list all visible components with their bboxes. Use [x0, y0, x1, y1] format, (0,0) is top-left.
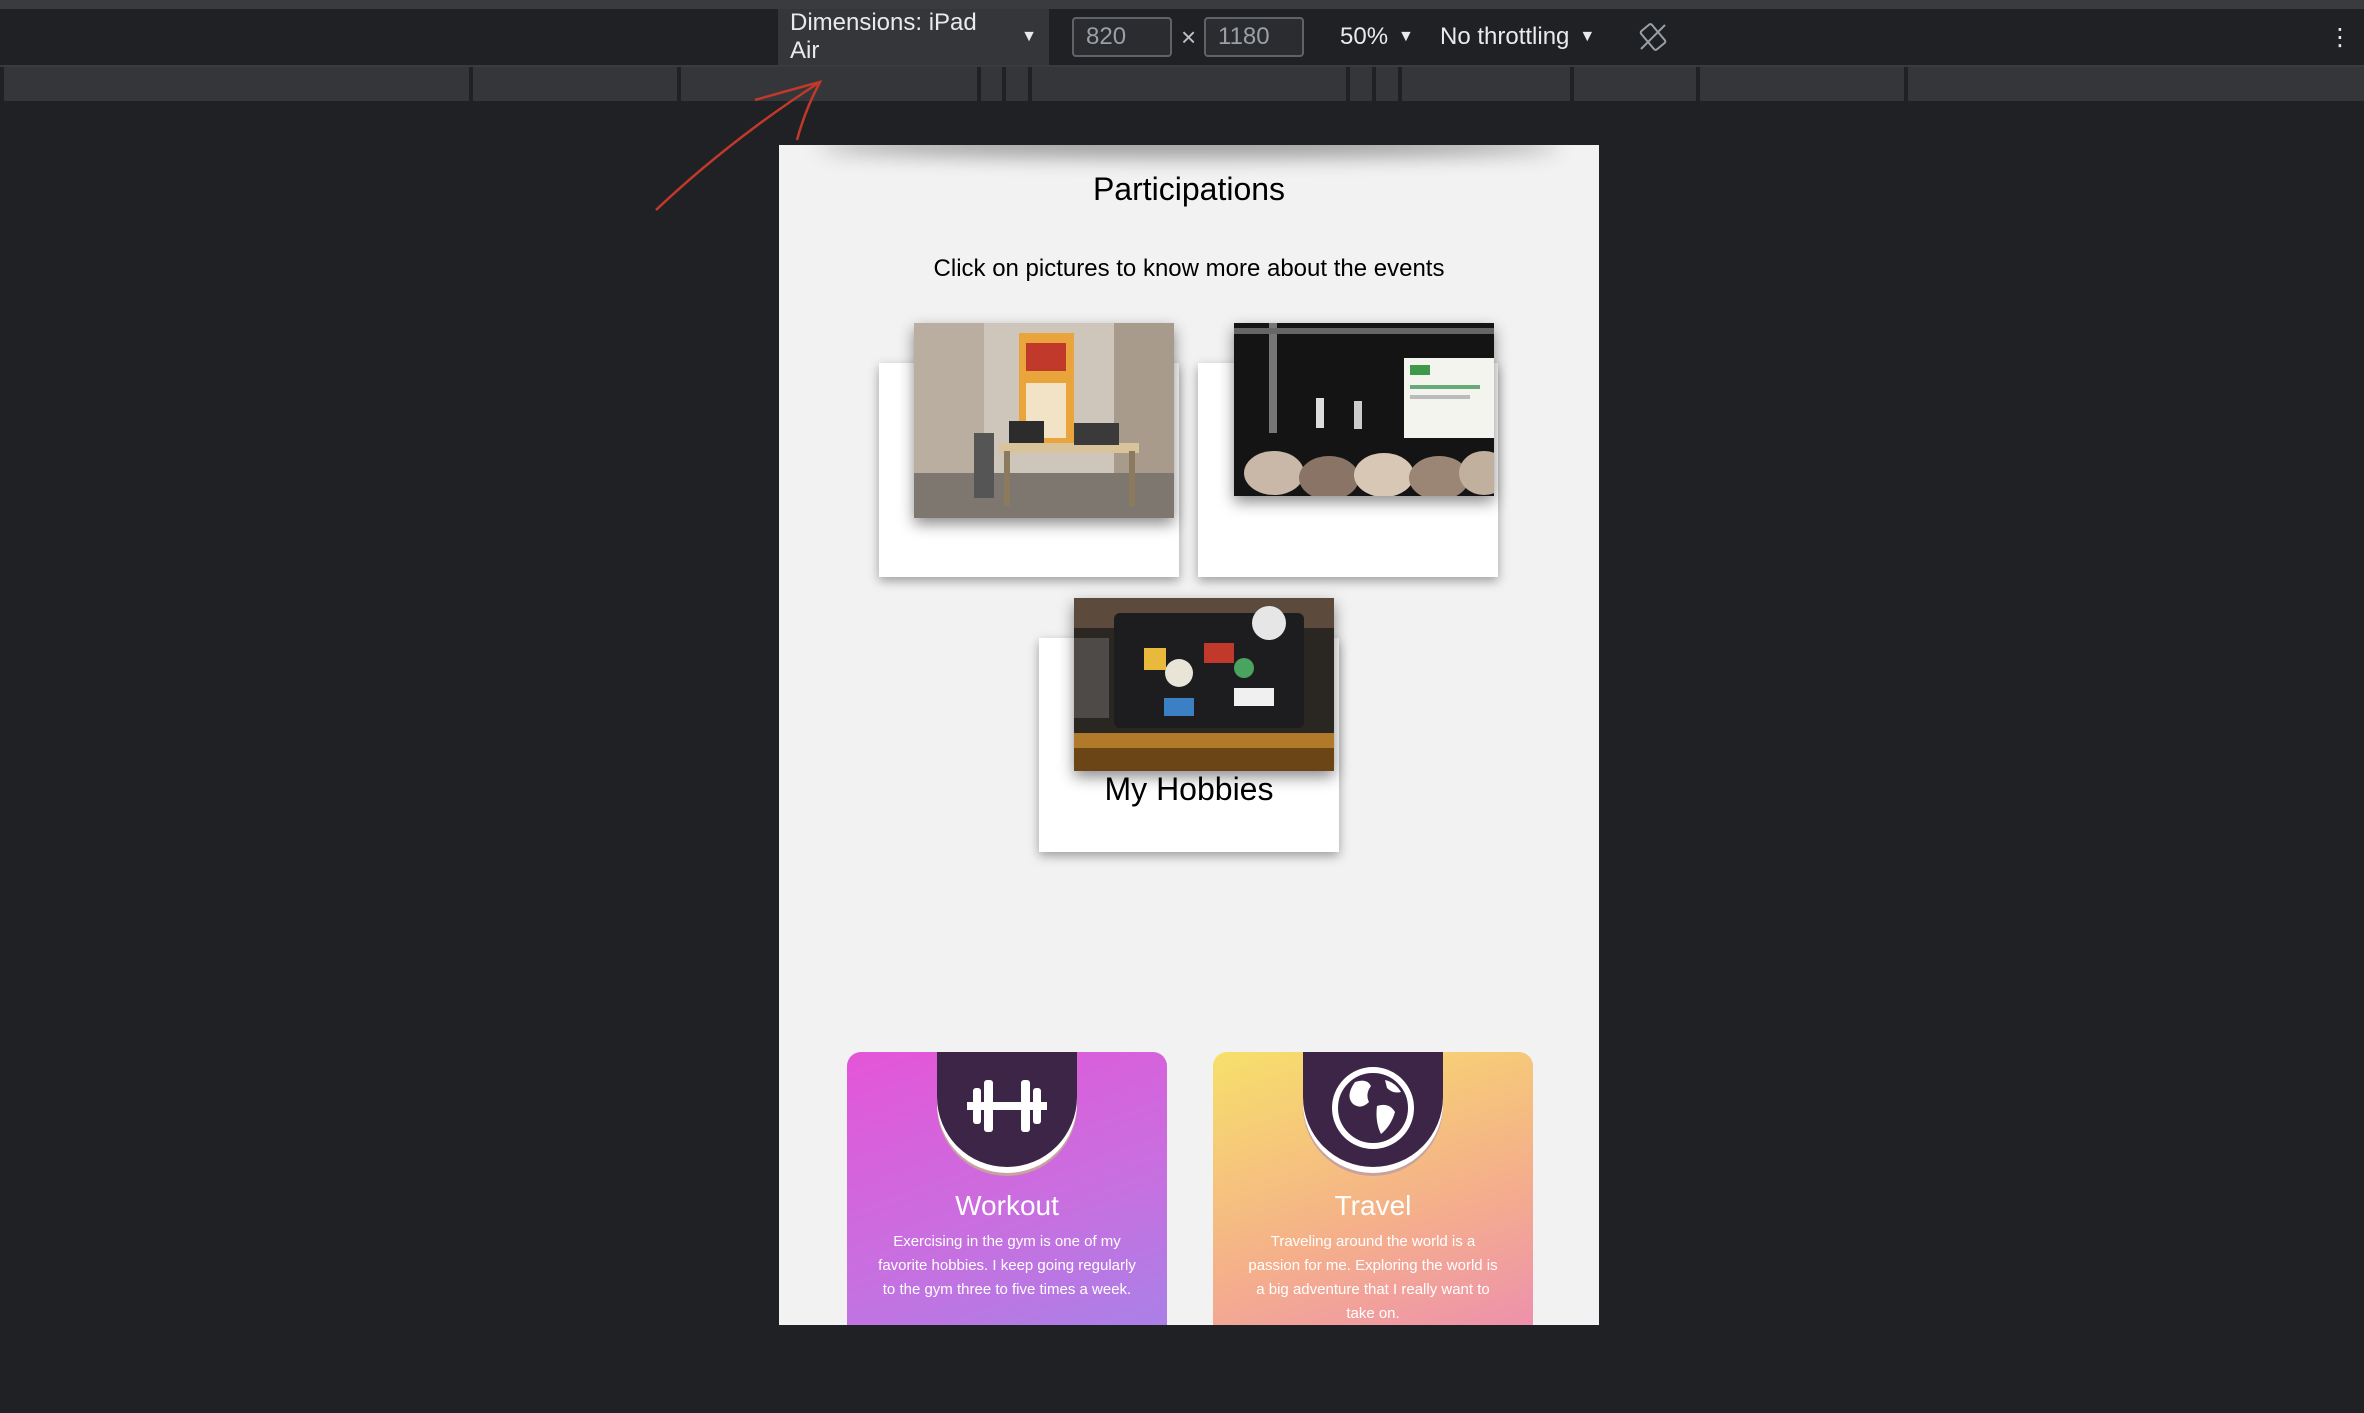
device-toolbar: Dimensions: iPad Air ▼ 820 × 1180 50% ▼ …	[0, 9, 2364, 67]
hobby-title: Travel	[1334, 1190, 1412, 1221]
media-query-segment[interactable]	[1006, 67, 1028, 101]
media-query-segment[interactable]	[1574, 67, 1696, 101]
dropdown-caret-icon: ▼	[1021, 28, 1037, 45]
media-query-segment[interactable]	[1402, 67, 1570, 101]
media-query-segment[interactable]	[1700, 67, 1904, 101]
media-query-bar	[0, 67, 2364, 101]
more-options-icon[interactable]: ⋮	[2328, 9, 2352, 65]
device-dimensions-label: Dimensions: iPad Air	[790, 9, 977, 64]
width-input[interactable]: 820	[1072, 17, 1172, 57]
event-photo-laptop-stickers[interactable]	[1074, 598, 1334, 771]
dumbbell-icon	[967, 1080, 1047, 1132]
throttling-dropdown[interactable]: No throttling ▼	[1440, 9, 1595, 65]
hobby-description: Traveling around the world is a passion …	[1248, 1233, 1498, 1322]
event-photo-exhibition-booth[interactable]	[914, 323, 1174, 518]
participations-title: Participations	[1092, 171, 1286, 207]
device-viewport: Participations Click on pictures to know…	[779, 145, 1599, 1325]
zoom-dropdown[interactable]: 50% ▼	[1340, 9, 1414, 65]
media-query-segment[interactable]	[1032, 67, 1346, 101]
height-input[interactable]: 1180	[1204, 17, 1304, 57]
dropdown-caret-icon: ▼	[1398, 28, 1414, 45]
rotate-icon[interactable]	[1638, 9, 1672, 65]
hobby-card-travel[interactable]: Travel Traveling around the world is a p…	[1213, 1052, 1533, 1325]
media-query-segment[interactable]	[1350, 67, 1372, 101]
globe-icon	[1332, 1067, 1414, 1149]
event-photo-conference-stage[interactable]	[1234, 323, 1494, 496]
zoom-label: 50%	[1340, 23, 1389, 50]
media-query-segment[interactable]	[1908, 67, 2364, 101]
window-top-border	[0, 0, 2364, 9]
hobbies-title: My Hobbies	[1104, 771, 1274, 807]
media-query-segment[interactable]	[981, 67, 1002, 101]
hobby-card-workout[interactable]: Workout Exercising in the gym is one of …	[847, 1052, 1167, 1325]
throttling-label: No throttling	[1440, 23, 1570, 50]
times-icon: ×	[1181, 21, 1197, 52]
device-dimensions-dropdown[interactable]: Dimensions: iPad Air ▼	[778, 9, 1049, 65]
hobby-description: Exercising in the gym is one of my favor…	[878, 1233, 1136, 1298]
participations-subtitle: Click on pictures to know more about the…	[933, 255, 1445, 282]
dropdown-caret-icon: ▼	[1579, 28, 1596, 45]
media-query-segment[interactable]	[1376, 67, 1398, 101]
media-query-segment[interactable]	[4, 67, 469, 101]
hobby-title: Workout	[955, 1190, 1059, 1221]
